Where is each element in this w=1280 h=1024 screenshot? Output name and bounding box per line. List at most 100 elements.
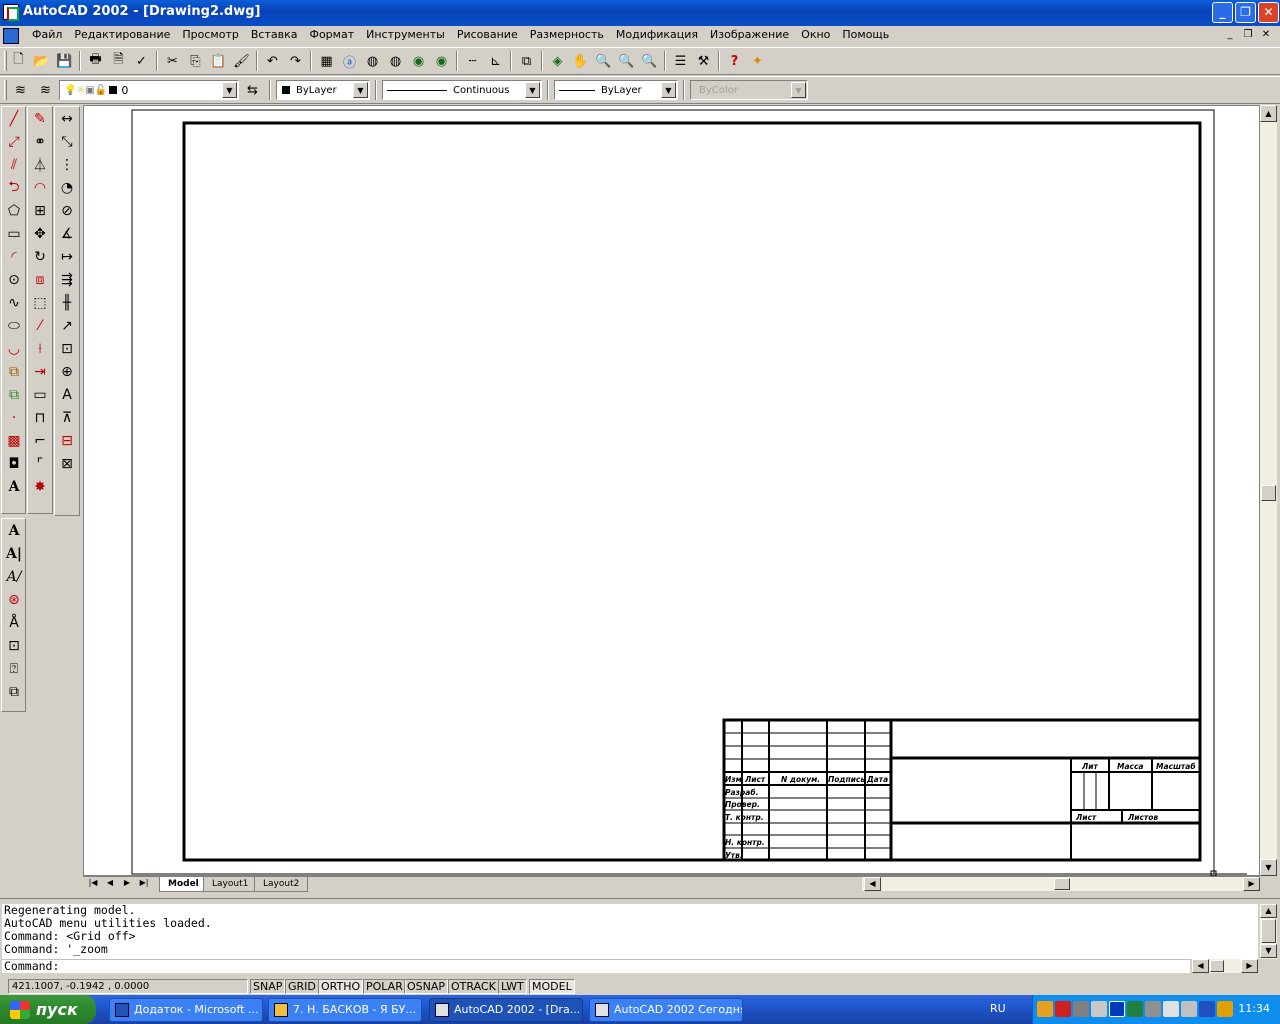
clock[interactable]: 11:34	[1238, 1002, 1270, 1015]
maximize-button[interactable]: ❐	[1235, 2, 1256, 23]
ellipse-arc-icon[interactable]: ◡	[2, 337, 26, 360]
close-button[interactable]: ✕	[1258, 2, 1279, 23]
find-replace-icon[interactable]: ⊛	[2, 588, 26, 611]
task-autocad-today[interactable]: AutoCAD 2002 Сегодня	[589, 998, 743, 1022]
chevron-down-icon[interactable]: ▼	[353, 82, 368, 98]
otrack-toggle[interactable]: OTRACK	[448, 979, 499, 994]
polyline-icon[interactable]: ⮌	[2, 176, 26, 199]
tray-volume-icon[interactable]	[1127, 1001, 1143, 1017]
lineweight-dropdown[interactable]: ByLayer ▼	[554, 80, 678, 100]
scroll-thumb[interactable]	[1261, 919, 1276, 943]
scroll-right-icon[interactable]: ▶	[1243, 877, 1260, 891]
etransmit-icon[interactable]: ◉	[407, 50, 430, 72]
break-at-point-icon[interactable]: ▭	[28, 383, 52, 406]
doc-close-icon[interactable]: ✕	[1258, 28, 1274, 42]
tolerance-icon[interactable]: ⊡	[55, 337, 79, 360]
tray-lang-icon[interactable]	[1199, 1001, 1215, 1017]
menu-item[interactable]: Редактирование	[68, 28, 176, 42]
hatch-icon[interactable]: ▩	[2, 429, 26, 452]
language-indicator[interactable]: RU	[990, 1002, 1006, 1015]
scroll-up-icon[interactable]: ▲	[1260, 904, 1277, 918]
zoom-realtime-icon[interactable]: 🔍	[592, 50, 615, 72]
move-icon[interactable]: ✥	[28, 222, 52, 245]
edit-text-icon[interactable]: A/	[2, 565, 26, 588]
scale-icon[interactable]: ⧈	[28, 268, 52, 291]
design-center-icon[interactable]: ▦	[315, 50, 338, 72]
pan-realtime-icon[interactable]: ✋	[569, 50, 592, 72]
tray-network-icon[interactable]	[1073, 1001, 1089, 1017]
scale-text-icon[interactable]: ⊡	[2, 634, 26, 657]
scroll-thumb[interactable]	[1261, 485, 1276, 501]
center-mark-icon[interactable]: ⊕	[55, 360, 79, 383]
meet-now-icon[interactable]: ◉	[430, 50, 453, 72]
tab-model[interactable]: Model	[159, 877, 208, 892]
offset-icon[interactable]: ◠	[28, 176, 52, 199]
menu-item[interactable]: Помощь	[836, 28, 895, 42]
ordinate-dimension-icon[interactable]: ⋮	[55, 153, 79, 176]
vertical-scrollbar[interactable]: ▲ ▼	[1260, 105, 1277, 876]
properties-icon[interactable]: ☰	[669, 50, 692, 72]
adcenter-icon[interactable]: ⚒	[692, 50, 715, 72]
menu-item[interactable]: Инструменты	[360, 28, 451, 42]
menu-item[interactable]: Вставка	[245, 28, 304, 42]
multiline-icon[interactable]: ⫽	[2, 153, 26, 176]
array-icon[interactable]: ⊞	[28, 199, 52, 222]
scroll-right-icon[interactable]: ▶	[1241, 959, 1258, 973]
linear-dimension-icon[interactable]: ↔	[55, 107, 79, 130]
layer-previous-icon[interactable]: ⇆	[241, 79, 264, 101]
scroll-up-icon[interactable]: ▲	[1260, 105, 1277, 122]
trim-icon[interactable]: ⟊	[28, 337, 52, 360]
scroll-down-icon[interactable]: ▼	[1260, 944, 1277, 958]
doc-minimize-icon[interactable]: _	[1222, 28, 1238, 42]
chevron-down-icon[interactable]: ▼	[525, 82, 540, 98]
new-icon[interactable]: 🗋	[7, 50, 30, 72]
scroll-left-icon[interactable]: ◀	[1192, 959, 1209, 973]
help-icon[interactable]: ?	[723, 50, 746, 72]
menu-item[interactable]: Формат	[303, 28, 360, 42]
3d-orbit-icon[interactable]: ◈	[546, 50, 569, 72]
match-properties-icon[interactable]: 🖌	[230, 50, 253, 72]
spline-icon[interactable]: ∿	[2, 291, 26, 314]
text-style-icon[interactable]: Å	[2, 611, 26, 634]
command-input[interactable]: Command:	[2, 959, 1190, 973]
lengthen-icon[interactable]: ⁄	[28, 314, 52, 337]
ucs-icon[interactable]: ⊾	[484, 50, 507, 72]
lwt-toggle[interactable]: LWT	[498, 979, 527, 994]
title-bar[interactable]: AutoCAD 2002 - [Drawing2.dwg] _ ❐ ✕	[0, 0, 1280, 26]
break-icon[interactable]: ⊓	[28, 406, 52, 429]
publish-web-icon[interactable]: ◍	[384, 50, 407, 72]
cut-icon[interactable]: ✂	[161, 50, 184, 72]
aligned-dimension-icon[interactable]: ⤡	[55, 130, 79, 153]
color-dropdown[interactable]: ByLayer ▼	[276, 80, 370, 100]
layer-manager-icon[interactable]: ≋	[9, 79, 32, 101]
menu-item[interactable]: Рисование	[451, 28, 524, 42]
open-icon[interactable]: 📂	[30, 50, 53, 72]
polar-toggle[interactable]: POLAR	[363, 979, 406, 994]
arc-icon[interactable]: ◜	[2, 245, 26, 268]
copy-object-icon[interactable]: ⚭	[28, 130, 52, 153]
diameter-dimension-icon[interactable]: ⊘	[55, 199, 79, 222]
undo-icon[interactable]: ↶	[261, 50, 284, 72]
multiline-text-icon[interactable]: A	[2, 519, 26, 542]
redo-icon[interactable]: ↷	[284, 50, 307, 72]
zoom-previous-icon[interactable]: 🔍	[638, 50, 661, 72]
angular-dimension-icon[interactable]: ∡	[55, 222, 79, 245]
chamfer-icon[interactable]: ⌐	[28, 429, 52, 452]
toolbar-grip[interactable]	[4, 80, 7, 100]
make-block-icon[interactable]: ⧉	[2, 383, 26, 406]
tracking-icon[interactable]: ┄	[461, 50, 484, 72]
document-icon[interactable]	[3, 28, 19, 44]
paste-icon[interactable]: 📋	[207, 50, 230, 72]
task-document[interactable]: 7. Н. БАСКОВ - Я БУ...	[268, 998, 422, 1022]
ellipse-icon[interactable]: ⬭	[2, 314, 26, 337]
next-tab-icon[interactable]: ▶	[119, 878, 135, 891]
first-tab-icon[interactable]: |◀	[85, 878, 101, 891]
minimize-button[interactable]: _	[1212, 2, 1233, 23]
make-layer-current-icon[interactable]: ≋	[34, 79, 57, 101]
tray-folder-icon[interactable]	[1037, 1001, 1053, 1017]
tray-keyboard-icon[interactable]	[1091, 1001, 1107, 1017]
construction-line-icon[interactable]: ⤢	[2, 130, 26, 153]
prev-tab-icon[interactable]: ◀	[102, 878, 118, 891]
command-scrollbar[interactable]: ▲ ▼	[1260, 904, 1277, 959]
drawing-area[interactable]: Изм Лист N докум. Подпись Дата Разраб. П…	[83, 105, 1260, 877]
